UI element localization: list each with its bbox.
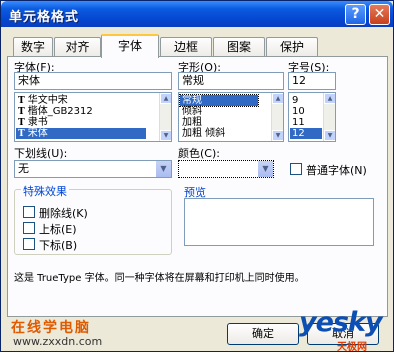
info-text: 这是 TrueType 字体。同一种字体将在屏幕和打印机上同时使用。 xyxy=(14,273,305,284)
strikethrough-label[interactable]: 删除线(K) xyxy=(39,205,88,221)
list-item[interactable]: 加粗 xyxy=(180,117,202,128)
color-label: 颜色(C): xyxy=(178,147,220,160)
normal-font-label[interactable]: 普通字体(N) xyxy=(306,162,367,178)
list-item[interactable]: T 华文中宋 xyxy=(16,95,68,106)
scroll-down-icon[interactable]: ▼ xyxy=(160,130,171,141)
truetype-icon: T xyxy=(18,129,25,139)
help-button[interactable]: ? xyxy=(345,4,366,25)
underline-select[interactable]: 无 ▼ xyxy=(14,160,172,178)
ok-button[interactable]: 确定 xyxy=(227,323,299,345)
style-input[interactable]: 常规 xyxy=(178,72,284,90)
chevron-down-icon[interactable]: ▼ xyxy=(257,161,273,177)
tab-alignment[interactable]: 对齐 xyxy=(54,37,101,57)
watermark-url: www.zxxdn.com xyxy=(13,335,103,348)
list-item[interactable]: 10 xyxy=(290,106,305,117)
size-input[interactable]: 12 xyxy=(288,72,336,90)
subscript-checkbox[interactable] xyxy=(23,238,35,250)
close-button[interactable]: ✕ xyxy=(369,4,390,25)
effects-title: 特殊效果 xyxy=(21,183,69,199)
color-select[interactable]: ▼ xyxy=(178,160,274,178)
yesky-logo-sub: 天极网 xyxy=(337,342,367,353)
scroll-down-icon[interactable]: ▼ xyxy=(324,130,335,141)
list-item-selected[interactable]: T 宋体 xyxy=(16,128,146,139)
size-list[interactable]: 9 10 11 12 ▲ ▼ xyxy=(288,92,336,142)
list-item[interactable]: T 楷体_GB2312 xyxy=(16,106,93,117)
yesky-logo: yesky xyxy=(299,307,383,338)
list-item[interactable]: 11 xyxy=(290,117,305,128)
list-item[interactable]: 加粗 倾斜 xyxy=(180,128,225,139)
superscript-label[interactable]: 上标(E) xyxy=(39,221,77,237)
preview-box xyxy=(184,198,374,246)
font-list[interactable]: T 华文中宋 T 楷体_GB2312 T 隶书 T 宋体 ▲ ▼ xyxy=(14,92,172,142)
size-list-scrollbar[interactable]: ▲ ▼ xyxy=(323,93,335,141)
list-item[interactable]: 倾斜 xyxy=(180,106,202,117)
list-item-selected[interactable]: 12 xyxy=(290,128,322,139)
tab-protection[interactable]: 保护 xyxy=(266,37,318,57)
strikethrough-checkbox[interactable] xyxy=(23,206,35,218)
watermark-title: 在线学电脑 xyxy=(11,320,91,336)
chevron-down-icon[interactable]: ▼ xyxy=(155,161,171,177)
underline-label: 下划线(U): xyxy=(14,147,68,160)
style-list[interactable]: 常规 倾斜 加粗 加粗 倾斜 ▲ ▼ xyxy=(178,92,284,142)
effects-group: 特殊效果 删除线(K) 上标(E) 下标(B) xyxy=(14,183,172,255)
font-input[interactable]: 宋体 xyxy=(14,72,172,90)
list-item[interactable]: T 隶书 xyxy=(16,117,48,128)
format-cells-dialog: 单元格格式 ? ✕ 数字 对齐 字体 边框 图案 保护 字体(F): 宋体 T华… xyxy=(0,0,394,353)
subscript-label[interactable]: 下标(B) xyxy=(39,237,77,253)
dialog-title: 单元格格式 xyxy=(9,10,80,25)
scroll-up-icon[interactable]: ▲ xyxy=(272,93,283,104)
scroll-up-icon[interactable]: ▲ xyxy=(324,93,335,104)
list-item[interactable]: 9 xyxy=(290,95,298,106)
list-item-selected[interactable]: 常规 xyxy=(179,94,259,107)
normal-font-checkbox[interactable] xyxy=(290,163,302,175)
scroll-down-icon[interactable]: ▼ xyxy=(272,130,283,141)
scroll-up-icon[interactable]: ▲ xyxy=(160,93,171,104)
font-tab-panel: 字体(F): 宋体 T 华文中宋 T 楷体_GB2312 T 隶书 T 宋体 ▲ ▼ 字… xyxy=(7,56,388,317)
font-list-scrollbar[interactable]: ▲ ▼ xyxy=(159,93,171,141)
style-list-scrollbar[interactable]: ▲ ▼ xyxy=(271,93,283,141)
truetype-icon: T xyxy=(18,118,25,128)
underline-value: 无 xyxy=(18,162,29,175)
tab-border[interactable]: 边框 xyxy=(160,37,212,57)
title-bar[interactable]: 单元格格式 ? ✕ xyxy=(1,1,393,27)
superscript-checkbox[interactable] xyxy=(23,222,35,234)
truetype-icon: T xyxy=(18,96,25,106)
tab-font[interactable]: 字体 xyxy=(101,34,159,58)
tab-number[interactable]: 数字 xyxy=(13,37,53,57)
truetype-icon: T xyxy=(18,107,25,117)
tab-patterns[interactable]: 图案 xyxy=(213,37,265,57)
